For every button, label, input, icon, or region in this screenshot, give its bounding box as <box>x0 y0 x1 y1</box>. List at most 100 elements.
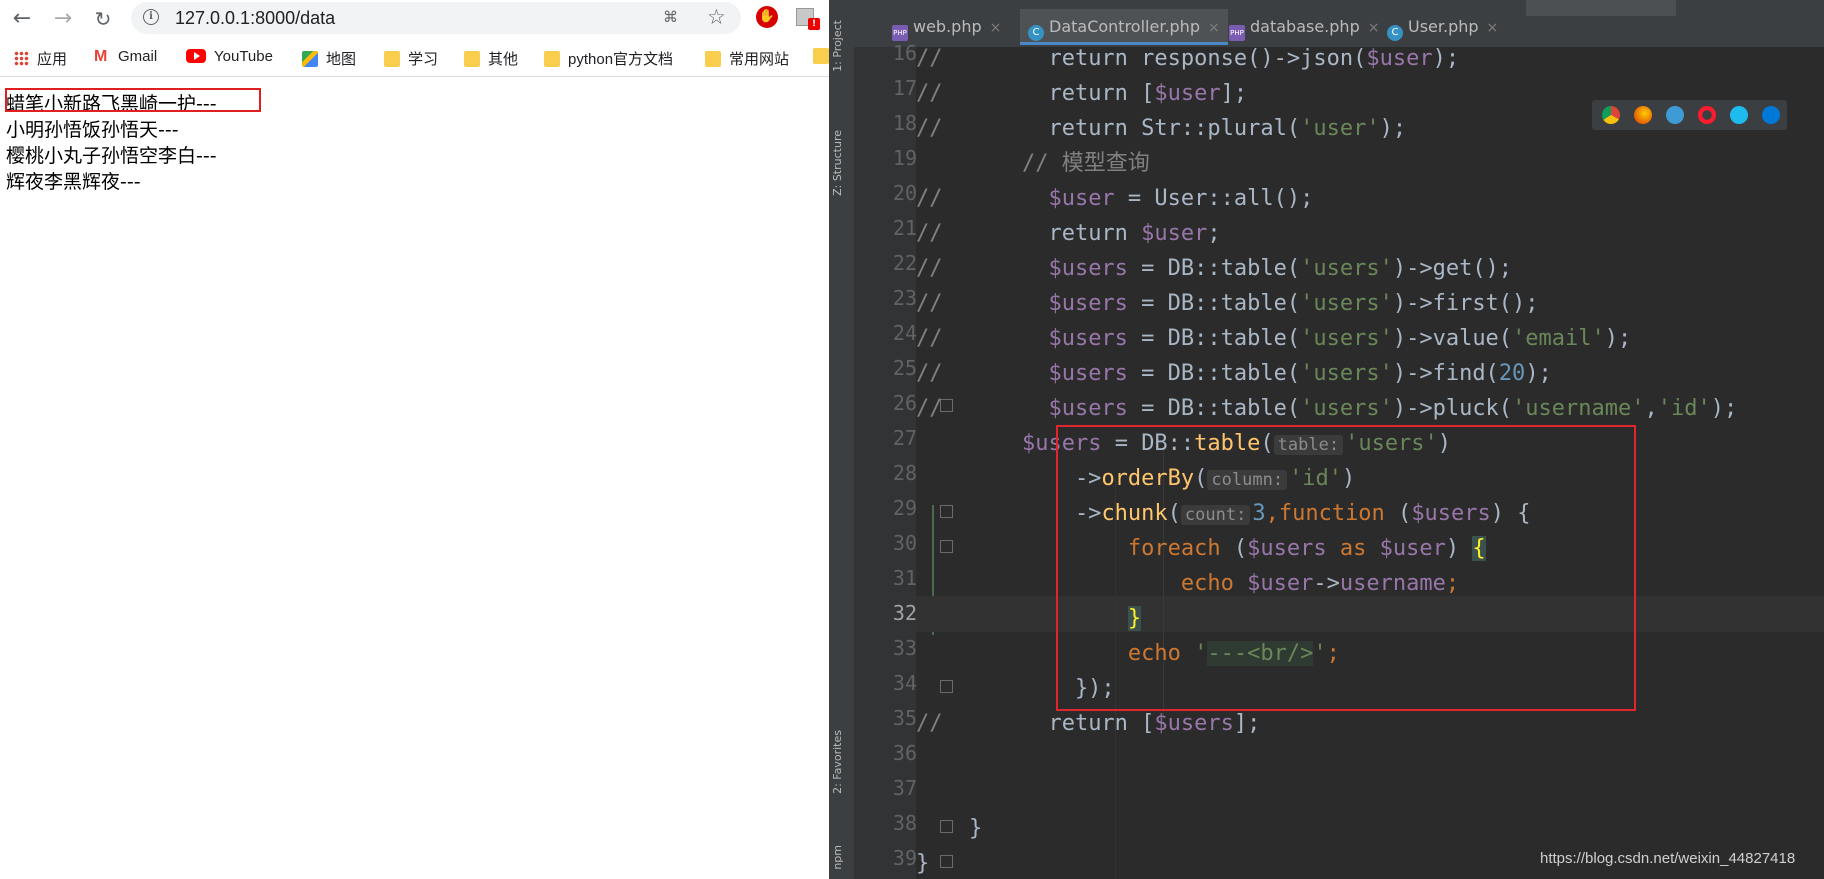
line-number: 28 <box>892 461 917 485</box>
browser-toolbar: ← → ↻ i 127.0.0.1:8000/data ⌘ ☆ ✋ ! <box>0 0 829 37</box>
address-bar[interactable]: i 127.0.0.1:8000/data ⌘ ☆ <box>131 2 741 34</box>
safari-icon[interactable] <box>1666 106 1684 124</box>
php-file-icon: PHP <box>892 25 908 41</box>
code-line: // return [$users]; <box>916 711 1261 736</box>
bookmark-label: 常用网站 <box>729 51 790 68</box>
current-line-number: 32 <box>892 601 917 625</box>
edge-icon[interactable] <box>1762 106 1780 124</box>
adblock-extension-icon[interactable]: ✋ <box>756 6 778 28</box>
chrome-icon[interactable] <box>1602 106 1620 124</box>
close-icon[interactable]: × <box>1208 20 1220 36</box>
line-number: 35 <box>892 706 917 730</box>
bookmarks-bar: 应用 M Gmail YouTube 地图 学习 其他 python官方文档 常用… <box>0 40 829 77</box>
line-number: 18 <box>892 111 917 135</box>
line-number: 19 <box>892 146 917 170</box>
structure-tool-tab[interactable]: Z: Structure <box>831 130 844 196</box>
output-line: 小明孙悟饭孙悟天--- <box>6 119 179 141</box>
info-icon[interactable]: i <box>143 9 159 25</box>
bookmark-youtube[interactable]: YouTube <box>186 48 273 70</box>
bookmark-label: 应用 <box>37 51 68 68</box>
line-number: 31 <box>892 566 917 590</box>
bookmark-label: 地图 <box>326 51 357 68</box>
url-text[interactable]: 127.0.0.1:8000/data <box>175 8 335 29</box>
php-class-icon: C <box>1028 25 1044 41</box>
close-icon[interactable]: × <box>1368 20 1380 36</box>
tab-label: database.php <box>1250 17 1360 36</box>
npm-tool-tab[interactable]: npm <box>831 845 844 870</box>
internet-explorer-icon[interactable] <box>1730 106 1748 124</box>
tab-label: DataController.php <box>1049 17 1200 36</box>
bookmark-label: YouTube <box>214 48 273 65</box>
bookmark-apps[interactable]: 应用 <box>14 48 67 70</box>
reload-icon[interactable]: ↻ <box>90 6 116 32</box>
folder-icon <box>384 51 400 67</box>
favorites-tool-tab[interactable]: 2: Favorites <box>831 730 844 794</box>
line-number: 30 <box>892 531 917 555</box>
maps-icon <box>302 51 318 67</box>
line-number: 26 <box>892 391 917 415</box>
line-number: 39 <box>892 846 917 870</box>
back-icon[interactable]: ← <box>9 6 35 32</box>
line-number: 37 <box>892 776 917 800</box>
output-line: 辉夜李黑辉夜--- <box>6 171 141 193</box>
extension-badge: ! <box>808 18 820 30</box>
line-number: 22 <box>892 251 917 275</box>
tab-web-php[interactable]: PHP web.php × <box>892 9 1001 45</box>
line-number: 23 <box>892 286 917 310</box>
firefox-icon[interactable] <box>1634 106 1652 124</box>
code-line: // return [$user]; <box>916 81 1248 106</box>
bookmark-folder-study[interactable]: 学习 <box>384 48 438 70</box>
opera-icon[interactable] <box>1698 106 1716 124</box>
code-line: // $users = DB::table('users')->value('e… <box>916 326 1632 351</box>
highlight-box <box>5 88 261 112</box>
bookmark-folder-common-sites[interactable]: 常用网站 <box>705 48 789 70</box>
extension-icon[interactable]: ! <box>796 6 820 30</box>
bookmark-label: 学习 <box>408 51 439 68</box>
php-class-icon: C <box>1387 25 1403 41</box>
folder-icon <box>705 51 721 67</box>
line-number: 17 <box>892 76 917 100</box>
line-number: 38 <box>892 811 917 835</box>
tab-user-php[interactable]: C User.php × <box>1387 9 1498 45</box>
bookmark-label: Gmail <box>118 48 158 65</box>
bookmark-star-icon[interactable]: ☆ <box>707 5 726 29</box>
browser-window: ← → ↻ i 127.0.0.1:8000/data ⌘ ☆ ✋ ! 应用 M… <box>0 0 829 879</box>
tab-datacontroller-php[interactable]: C DataController.php × <box>1020 9 1228 45</box>
php-file-icon: PHP <box>1229 25 1245 41</box>
line-number: 29 <box>892 496 917 520</box>
line-number: 27 <box>892 426 917 450</box>
bookmark-folder-python-docs[interactable]: python官方文档 <box>544 48 673 70</box>
tab-label: web.php <box>913 17 982 36</box>
open-in-browser-popup <box>1592 100 1787 130</box>
close-icon[interactable]: × <box>1487 20 1499 36</box>
code-line: // return Str::plural('user'); <box>916 116 1407 141</box>
run-config-selector[interactable] <box>1526 0 1676 16</box>
translate-icon[interactable]: ⌘ <box>663 8 678 26</box>
highlight-box <box>1056 425 1636 711</box>
line-number-gutter: 16 17 18 19 20 21 22 23 24 25 26 27 28 2… <box>854 41 917 879</box>
code-line: // $users = DB::table('users')->find(20)… <box>916 361 1552 386</box>
line-number: 34 <box>892 671 917 695</box>
forward-icon[interactable]: → <box>50 6 76 32</box>
folder-icon <box>813 48 829 64</box>
youtube-icon <box>186 49 206 63</box>
code-line: // return response()->json($user); <box>916 46 1460 71</box>
code-line: // $users = DB::table('users')->first(); <box>916 291 1539 316</box>
bookmark-label: python官方文档 <box>568 51 674 68</box>
code-line: // $users = DB::table('users')->get(); <box>916 256 1513 281</box>
tool-window-strip: 1: Project Z: Structure 2: Favorites npm <box>829 0 855 879</box>
close-icon[interactable]: × <box>990 20 1002 36</box>
project-tool-tab[interactable]: 1: Project <box>831 20 844 72</box>
folder-icon <box>464 51 480 67</box>
bookmark-folder-other[interactable]: 其他 <box>464 48 518 70</box>
line-number: 16 <box>892 41 917 65</box>
line-number: 20 <box>892 181 917 205</box>
tab-database-php[interactable]: PHP database.php × <box>1229 9 1379 45</box>
line-number: 25 <box>892 356 917 380</box>
bookmark-folder-overflow[interactable] <box>813 48 829 70</box>
gmail-icon: M <box>94 48 108 65</box>
bookmark-maps[interactable]: 地图 <box>302 48 356 70</box>
code-line: // $user = User::all(); <box>916 186 1314 211</box>
code-line: // return $user; <box>916 221 1221 246</box>
bookmark-gmail[interactable]: M Gmail <box>94 48 157 70</box>
